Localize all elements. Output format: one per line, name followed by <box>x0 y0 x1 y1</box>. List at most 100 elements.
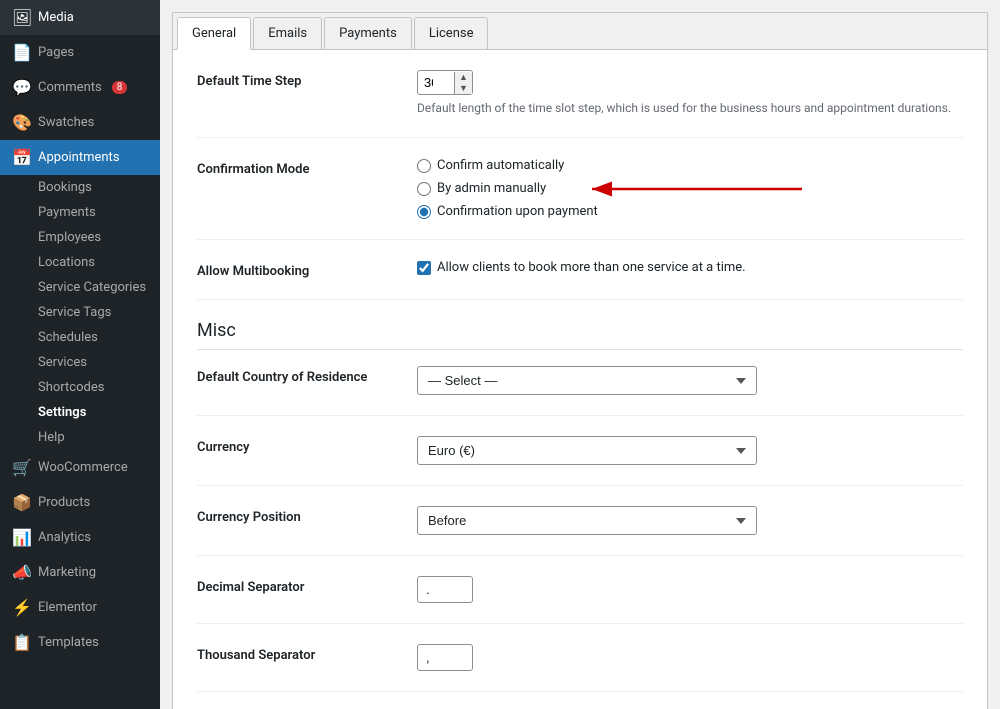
radio-manual-input[interactable] <box>417 182 431 196</box>
currency-position-control: Before After <box>417 506 963 535</box>
currency-position-label: Currency Position <box>197 506 417 525</box>
multibooking-checkbox-label[interactable]: Allow clients to book more than one serv… <box>437 260 746 275</box>
sidebar-item-swatches[interactable]: 🎨 Swatches <box>0 105 160 140</box>
thousand-separator-control <box>417 644 963 671</box>
confirmation-mode-field: Confirmation Mode Confirm automatically … <box>197 158 963 240</box>
tab-emails[interactable]: Emails <box>253 17 322 49</box>
comments-icon: 💬 <box>12 78 30 97</box>
comments-badge: 8 <box>112 81 128 94</box>
analytics-icon: 📊 <box>12 528 30 547</box>
sidebar-sub-locations[interactable]: Locations <box>0 250 160 275</box>
decimal-separator-input[interactable] <box>417 576 473 603</box>
time-step-input[interactable] <box>418 71 454 94</box>
default-time-step-control: ▲ ▼ Default length of the time slot step… <box>417 70 963 117</box>
sidebar-sub-shortcodes[interactable]: Shortcodes <box>0 375 160 400</box>
sidebar-item-label: Comments <box>38 80 102 95</box>
default-country-label: Default Country of Residence <box>197 366 417 385</box>
radio-payment: Confirmation upon payment <box>417 204 963 219</box>
swatches-icon: 🎨 <box>12 113 30 132</box>
currency-position-field: Currency Position Before After <box>197 506 963 556</box>
sidebar-item-label: Pages <box>38 45 74 60</box>
radio-auto-label[interactable]: Confirm automatically <box>437 158 564 173</box>
sidebar-sub-bookings[interactable]: Bookings <box>0 175 160 200</box>
confirmation-mode-control: Confirm automatically By admin manually <box>417 158 963 219</box>
products-icon: 📦 <box>12 493 30 512</box>
sidebar-item-comments[interactable]: 💬 Comments 8 <box>0 70 160 105</box>
sidebar-item-media[interactable]: 🖼 Media <box>0 0 160 35</box>
sidebar-sub-schedules[interactable]: Schedules <box>0 325 160 350</box>
sidebar-item-elementor[interactable]: ⚡ Elementor <box>0 590 160 625</box>
sidebar-item-label: Appointments <box>38 150 120 165</box>
elementor-icon: ⚡ <box>12 598 30 617</box>
sidebar-sub-payments[interactable]: Payments <box>0 200 160 225</box>
pages-icon: 📄 <box>12 43 30 62</box>
tab-payments[interactable]: Payments <box>324 17 412 49</box>
allow-multibooking-control: Allow clients to book more than one serv… <box>417 260 963 275</box>
main-content: General Emails Payments License Default … <box>160 0 1000 709</box>
sidebar-sub-service-tags[interactable]: Service Tags <box>0 300 160 325</box>
decimal-separator-label: Decimal Separator <box>197 576 417 595</box>
sidebar-item-label: WooCommerce <box>38 460 128 475</box>
sidebar-sub-employees[interactable]: Employees <box>0 225 160 250</box>
appointments-icon: 📅 <box>12 148 30 167</box>
radio-manual: By admin manually <box>417 181 963 196</box>
marketing-icon: 📣 <box>12 563 30 582</box>
sidebar-item-marketing[interactable]: 📣 Marketing <box>0 555 160 590</box>
woocommerce-icon: 🛒 <box>12 458 30 477</box>
currency-label: Currency <box>197 436 417 455</box>
sidebar-sub-settings[interactable]: Settings <box>0 400 160 425</box>
sidebar-item-label: Templates <box>38 635 99 650</box>
sidebar-item-label: Analytics <box>38 530 91 545</box>
settings-panel: General Emails Payments License Default … <box>172 12 988 709</box>
radio-manual-label[interactable]: By admin manually <box>437 181 546 196</box>
decimal-separator-field: Decimal Separator <box>197 576 963 624</box>
sidebar-item-label: Products <box>38 495 90 510</box>
thousand-separator-field: Thousand Separator <box>197 644 963 692</box>
currency-position-select[interactable]: Before After <box>417 506 757 535</box>
thousand-separator-label: Thousand Separator <box>197 644 417 663</box>
currency-select[interactable]: Euro (€) <box>417 436 757 465</box>
confirmation-mode-label: Confirmation Mode <box>197 158 417 177</box>
sidebar-item-label: Elementor <box>38 600 97 615</box>
sidebar-item-label: Media <box>38 10 74 25</box>
currency-control: Euro (€) <box>417 436 963 465</box>
sidebar-sub-help[interactable]: Help <box>0 425 160 450</box>
time-step-spinners: ▲ ▼ <box>454 72 472 94</box>
tab-license[interactable]: License <box>414 17 489 49</box>
default-country-field: Default Country of Residence — Select — <box>197 366 963 416</box>
sidebar-item-appointments[interactable]: 📅 Appointments <box>0 140 160 175</box>
sidebar-item-label: Marketing <box>38 565 96 580</box>
time-step-description: Default length of the time slot step, wh… <box>417 99 963 117</box>
radio-payment-input[interactable] <box>417 205 431 219</box>
settings-form: Default Time Step ▲ ▼ Default length of … <box>173 50 987 709</box>
sidebar-item-label: Swatches <box>38 115 94 130</box>
confirmation-mode-radio-group: Confirm automatically By admin manually <box>417 158 963 219</box>
red-arrow-icon <box>587 175 807 203</box>
media-icon: 🖼 <box>12 8 30 27</box>
settings-tabs: General Emails Payments License <box>173 13 987 50</box>
time-step-input-wrap: ▲ ▼ <box>417 70 473 95</box>
radio-auto: Confirm automatically <box>417 158 963 173</box>
sidebar-item-products[interactable]: 📦 Products <box>0 485 160 520</box>
multibooking-checkbox-item: Allow clients to book more than one serv… <box>417 260 963 275</box>
default-country-select[interactable]: — Select — <box>417 366 757 395</box>
templates-icon: 📋 <box>12 633 30 652</box>
time-step-down-button[interactable]: ▼ <box>455 83 472 94</box>
currency-field: Currency Euro (€) <box>197 436 963 486</box>
default-time-step-label: Default Time Step <box>197 70 417 89</box>
sidebar-item-templates[interactable]: 📋 Templates <box>0 625 160 660</box>
time-step-up-button[interactable]: ▲ <box>455 72 472 83</box>
sidebar-item-woocommerce[interactable]: 🛒 WooCommerce <box>0 450 160 485</box>
radio-auto-input[interactable] <box>417 159 431 173</box>
sidebar-item-analytics[interactable]: 📊 Analytics <box>0 520 160 555</box>
default-time-step-field: Default Time Step ▲ ▼ Default length of … <box>197 70 963 138</box>
sidebar-sub-service-categories[interactable]: Service Categories <box>0 275 160 300</box>
allow-multibooking-field: Allow Multibooking Allow clients to book… <box>197 260 963 300</box>
sidebar: 🖼 Media 📄 Pages 💬 Comments 8 🎨 Swatches … <box>0 0 160 709</box>
thousand-separator-input[interactable] <box>417 644 473 671</box>
sidebar-item-pages[interactable]: 📄 Pages <box>0 35 160 70</box>
tab-general[interactable]: General <box>177 17 251 50</box>
multibooking-checkbox[interactable] <box>417 261 431 275</box>
radio-payment-label[interactable]: Confirmation upon payment <box>437 204 598 219</box>
sidebar-sub-services[interactable]: Services <box>0 350 160 375</box>
